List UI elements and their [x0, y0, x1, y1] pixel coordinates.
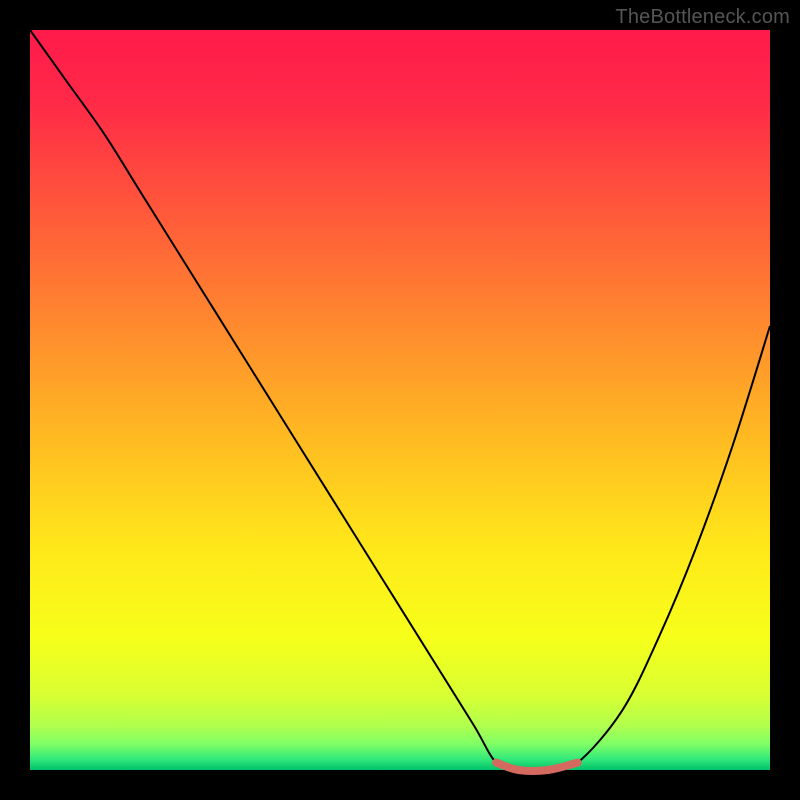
watermark-text: TheBottleneck.com	[615, 6, 790, 29]
bottleneck-chart	[0, 0, 800, 800]
chart-container: TheBottleneck.com	[0, 0, 800, 800]
plot-background	[30, 30, 770, 770]
